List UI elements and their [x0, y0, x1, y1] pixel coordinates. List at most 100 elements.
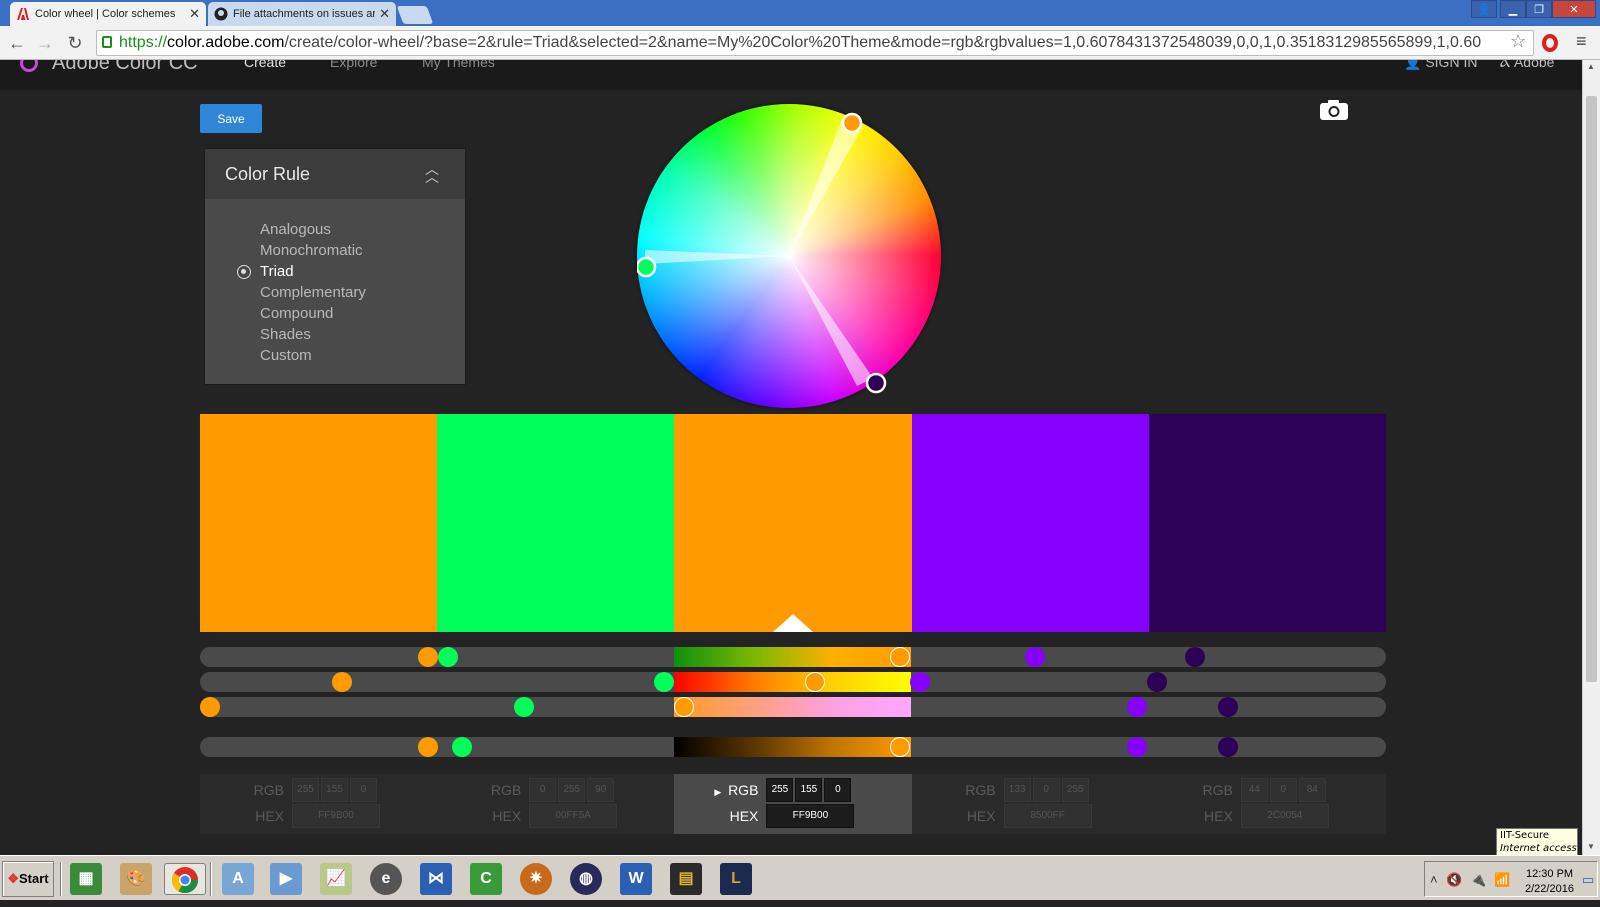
- green-field[interactable]: 255: [558, 778, 586, 802]
- browser-menu-icon[interactable]: ≡: [1576, 31, 1587, 52]
- eclipse-icon[interactable]: ◍: [570, 863, 602, 895]
- slider-handle-swatch-3[interactable]: [805, 672, 825, 692]
- chrome-icon[interactable]: [164, 863, 206, 895]
- camera-icon[interactable]: [1319, 99, 1349, 121]
- slider-handle-swatch-1[interactable]: [200, 697, 220, 717]
- page-scrollbar[interactable]: ▲ ▼: [1582, 60, 1600, 855]
- red-field[interactable]: 255: [292, 778, 319, 802]
- address-bar[interactable]: https://color.adobe.com/create/color-whe…: [96, 30, 1534, 56]
- slider-handle-swatch-4[interactable]: [1127, 737, 1147, 757]
- slider-handle-swatch-1[interactable]: [418, 647, 438, 667]
- color-rule-header[interactable]: Color Rule ︿ ︿: [205, 149, 465, 199]
- green-field[interactable]: 0: [1269, 778, 1297, 802]
- red-field[interactable]: 0: [529, 778, 557, 802]
- wifi-signal-icon[interactable]: 📶: [1494, 872, 1510, 888]
- league-client-icon[interactable]: L: [720, 863, 752, 895]
- rule-option-triad[interactable]: Triad: [237, 261, 465, 282]
- paint-icon[interactable]: 🎨: [120, 863, 152, 895]
- red-field[interactable]: 255: [766, 778, 794, 802]
- rule-option-analogous[interactable]: Analogous: [260, 219, 465, 240]
- slider-handle-swatch-5[interactable]: [1147, 672, 1167, 692]
- show-desktop-icon[interactable]: ▭: [1582, 872, 1594, 888]
- restore-button[interactable]: ❐: [1526, 0, 1552, 18]
- sign-in-link[interactable]: 👤 SIGN IN: [1404, 60, 1477, 71]
- swatch-3[interactable]: [674, 414, 912, 632]
- green-field[interactable]: 155: [321, 778, 348, 802]
- adobe-link[interactable]: Ⲁ Adobe: [1500, 60, 1554, 71]
- nav-create[interactable]: Create: [244, 60, 286, 70]
- wheel-handle-green[interactable]: [637, 256, 657, 278]
- slider-handle-swatch-4[interactable]: [910, 672, 930, 692]
- scroll-down-arrow-icon[interactable]: ▼: [1587, 842, 1595, 851]
- hue-slider[interactable]: [200, 647, 1386, 667]
- saturation-slider[interactable]: [200, 672, 1386, 692]
- rule-option-compound[interactable]: Compound: [260, 303, 465, 324]
- swatch-5[interactable]: [1148, 414, 1387, 632]
- close-tab-icon[interactable]: ✕: [189, 6, 200, 22]
- swatch-2[interactable]: [437, 414, 675, 632]
- rule-option-shades[interactable]: Shades: [260, 324, 465, 345]
- tray-expand-chevron-up-icon[interactable]: ˄: [1430, 872, 1438, 887]
- media-player-icon[interactable]: ▶: [270, 863, 302, 895]
- clock-time[interactable]: 12:30 PM: [1526, 868, 1573, 880]
- blue-field[interactable]: 0: [824, 778, 852, 802]
- swatch-4[interactable]: [911, 414, 1149, 632]
- collapse-chevron-up-icon[interactable]: ︿ ︿: [425, 162, 439, 184]
- brightness-slider[interactable]: [200, 697, 1386, 717]
- chart-editor-icon[interactable]: 📈: [320, 863, 352, 895]
- slider-handle-swatch-4[interactable]: [1025, 647, 1045, 667]
- rule-option-complementary[interactable]: Complementary: [260, 282, 465, 303]
- task-manager-icon[interactable]: ▦: [70, 863, 102, 895]
- scrollbar-thumb[interactable]: [1586, 96, 1597, 682]
- slider-handle-swatch-4[interactable]: [1127, 697, 1147, 717]
- power-icon[interactable]: 🔌: [1470, 872, 1486, 888]
- clock-date[interactable]: 2/22/2016: [1525, 883, 1574, 895]
- volume-muted-icon[interactable]: 🔇: [1446, 872, 1462, 888]
- rule-option-monochromatic[interactable]: Monochromatic: [260, 240, 465, 261]
- hex-field[interactable]: FF9B00: [292, 804, 380, 828]
- minimize-button[interactable]: ▁: [1500, 0, 1526, 18]
- forward-arrow-icon[interactable]: →: [34, 32, 56, 54]
- slider-handle-swatch-1[interactable]: [418, 737, 438, 757]
- hex-field[interactable]: FF9B00: [766, 804, 855, 828]
- close-tab-icon[interactable]: ✕: [379, 6, 390, 22]
- game-launcher-icon[interactable]: ✷: [520, 863, 552, 895]
- hex-field[interactable]: 8500FF: [1003, 804, 1092, 828]
- word-icon[interactable]: W: [620, 863, 652, 895]
- slider-handle-swatch-3[interactable]: [674, 697, 694, 717]
- tab-color-wheel[interactable]: Color wheel | Color schemes ✕: [10, 2, 206, 26]
- rule-option-custom[interactable]: Custom: [260, 345, 465, 366]
- back-arrow-icon[interactable]: ←: [6, 32, 28, 54]
- slider-handle-swatch-5[interactable]: [1185, 647, 1205, 667]
- hex-field[interactable]: 2C0054: [1240, 804, 1329, 828]
- slider-handle-swatch-3[interactable]: [890, 737, 910, 757]
- nav-my-themes[interactable]: My Themes: [422, 60, 495, 70]
- slider-handle-swatch-2[interactable]: [438, 647, 458, 667]
- start-button[interactable]: ❖Start: [2, 861, 54, 897]
- reload-icon[interactable]: ↻: [64, 32, 86, 54]
- slider-handle-swatch-5[interactable]: [1218, 697, 1238, 717]
- close-window-button[interactable]: ✕: [1552, 0, 1596, 18]
- new-tab-button[interactable]: [396, 6, 434, 24]
- slider-handle-swatch-2[interactable]: [452, 737, 472, 757]
- slider-handle-swatch-1[interactable]: [332, 672, 352, 692]
- camtasia-icon[interactable]: C: [470, 863, 502, 895]
- blue-field[interactable]: 84: [1298, 778, 1326, 802]
- notes-app-icon[interactable]: ▤: [670, 863, 702, 895]
- swatch-1[interactable]: [200, 414, 438, 632]
- value-slider[interactable]: [200, 737, 1386, 757]
- slider-handle-swatch-2[interactable]: [654, 672, 674, 692]
- tab-file-attachments[interactable]: File attachments on issues ar ✕: [208, 2, 396, 26]
- eclipse-like-icon[interactable]: e: [370, 863, 402, 895]
- wheel-handle-orange[interactable]: [841, 112, 863, 134]
- address-book-icon[interactable]: A: [222, 863, 254, 895]
- blue-field[interactable]: 0: [350, 778, 377, 802]
- slider-handle-swatch-2[interactable]: [514, 697, 534, 717]
- nav-explore[interactable]: Explore: [330, 60, 377, 70]
- green-field[interactable]: 0: [1032, 778, 1060, 802]
- slider-handle-swatch-3[interactable]: [890, 647, 910, 667]
- red-field[interactable]: 133: [1003, 778, 1031, 802]
- blue-field[interactable]: 255: [1061, 778, 1089, 802]
- color-wheel[interactable]: [637, 104, 941, 408]
- save-button[interactable]: Save: [200, 104, 262, 133]
